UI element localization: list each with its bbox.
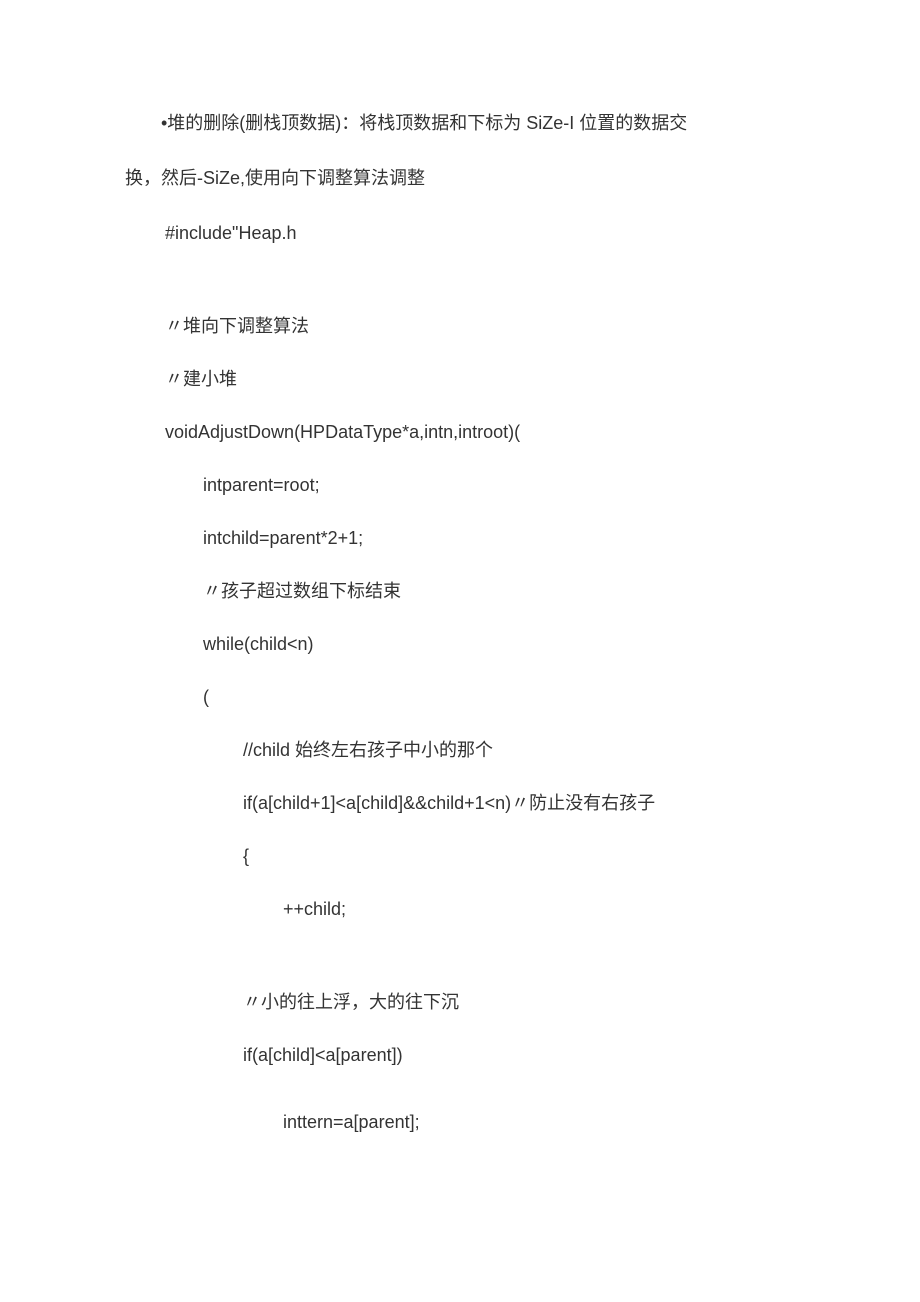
code-line: while(child<n) [125, 631, 795, 658]
code-line: 〃建小堆 [125, 366, 795, 393]
code-line: voidAdjustDown(HPDataType*a,intn,introot… [125, 419, 795, 446]
code-line: inttern=a[parent]; [125, 1109, 795, 1136]
code-line: ++child; [125, 896, 795, 923]
blank-line [125, 949, 795, 989]
document-content: •堆的删除(删栈顶数据)：将栈顶数据和下标为 SiZe-I 位置的数据交 换，然… [125, 110, 795, 1136]
code-line: 〃小的往上浮，大的往下沉 [125, 989, 795, 1016]
intro-paragraph-line2: 换，然后-SiZe,使用向下调整算法调整 [125, 165, 795, 192]
code-line: #include"Heap.h [125, 220, 795, 247]
code-line: 〃孩子超过数组下标结束 [125, 578, 795, 605]
code-line: //child 始终左右孩子中小的那个 [125, 737, 795, 764]
code-line: intparent=root; [125, 472, 795, 499]
code-line: 〃堆向下调整算法 [125, 313, 795, 340]
code-line: if(a[child]<a[parent]) [125, 1042, 795, 1069]
blank-line [125, 273, 795, 313]
blank-line [125, 1095, 795, 1109]
intro-paragraph-line1: •堆的删除(删栈顶数据)：将栈顶数据和下标为 SiZe-I 位置的数据交 [125, 110, 795, 137]
code-line: { [125, 843, 795, 870]
code-block: #include"Heap.h 〃堆向下调整算法〃建小堆 voidAdjustDow… [125, 220, 795, 1136]
code-line: if(a[child+1]<a[child]&&child+1<n)〃防止没有右… [125, 790, 795, 817]
code-line: intchild=parent*2+1; [125, 525, 795, 552]
code-line: ( [125, 684, 795, 711]
